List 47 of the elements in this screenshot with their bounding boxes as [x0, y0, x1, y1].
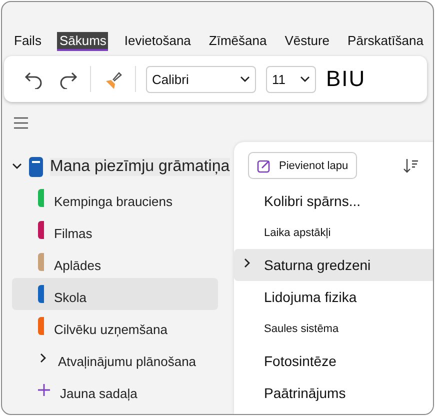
font-size-dropdown[interactable]: 11 [266, 66, 316, 92]
page-title: Laika apstākļi [264, 227, 331, 239]
page-title: Paātrinājums [264, 385, 346, 401]
page-item[interactable]: Laika apstākļi [234, 217, 433, 249]
page-title: Kolibri spārns... [264, 193, 360, 209]
page-item[interactable]: Saturna gredzeni [234, 249, 433, 281]
ribbon-tab[interactable]: Zīmēšana [206, 32, 269, 51]
page-item[interactable]: Kolibri spārns... [234, 185, 433, 217]
new-section-link[interactable]: Jauna sadaļa [60, 380, 138, 400]
ribbon-tab[interactable]: Sākums [57, 32, 108, 51]
menu-icon[interactable] [14, 117, 28, 129]
section-item[interactable]: Cilvēku uzņemšana [12, 310, 218, 342]
notebook-icon [28, 156, 44, 178]
page-title: Saturna gredzeni [264, 257, 371, 273]
notebook-name[interactable]: Mana piezīmju grāmatiņa [50, 158, 230, 176]
page-item[interactable]: Lidojuma fizika [234, 281, 433, 313]
section-name: Skola [54, 288, 87, 304]
section-name: Filmas [54, 224, 92, 240]
chevron-icon[interactable] [12, 161, 22, 171]
page-item[interactable]: Paātrinājums [234, 377, 433, 409]
section-name: Cilvēku uzņemšana [54, 320, 168, 336]
page-title: Lidojuma fizika [264, 289, 357, 305]
page-item[interactable]: Saules sistēma [234, 313, 433, 345]
sort-icon[interactable] [403, 158, 419, 174]
add-page-button[interactable]: Pievienot lapu [248, 152, 358, 179]
section-group-name[interactable]: Atvaļinājumu plānošana [58, 348, 196, 368]
caret-icon[interactable] [300, 74, 310, 84]
section-item[interactable]: Filmas [12, 214, 218, 246]
new-page-icon [257, 158, 271, 172]
section-name: Aplādes [54, 256, 101, 272]
section-name: Kempinga brauciens [54, 192, 173, 208]
chevron-icon[interactable] [242, 258, 252, 268]
font-dropdown[interactable]: Calibri [146, 66, 256, 92]
page-title: Saules sistēma [264, 323, 339, 335]
section-item[interactable]: Aplādes [12, 246, 218, 278]
section-item[interactable]: Skola [12, 278, 218, 310]
ribbon-tab[interactable]: Pārskatīšana [346, 32, 426, 51]
ribbon-tab[interactable]: Ievietošana [122, 32, 193, 51]
format-buttons[interactable]: BIU [326, 66, 366, 92]
ribbon-tab[interactable]: Vēsture [282, 32, 332, 51]
ribbon-tab[interactable]: Fails [12, 32, 44, 51]
section-item[interactable]: Kempinga brauciens [12, 182, 218, 214]
page-item[interactable]: Fotosintēze [234, 345, 433, 377]
caret-icon[interactable] [240, 74, 250, 84]
chevron-icon[interactable] [38, 353, 48, 363]
page-title: Fotosintēze [264, 353, 336, 369]
plus-icon[interactable] [38, 384, 50, 396]
